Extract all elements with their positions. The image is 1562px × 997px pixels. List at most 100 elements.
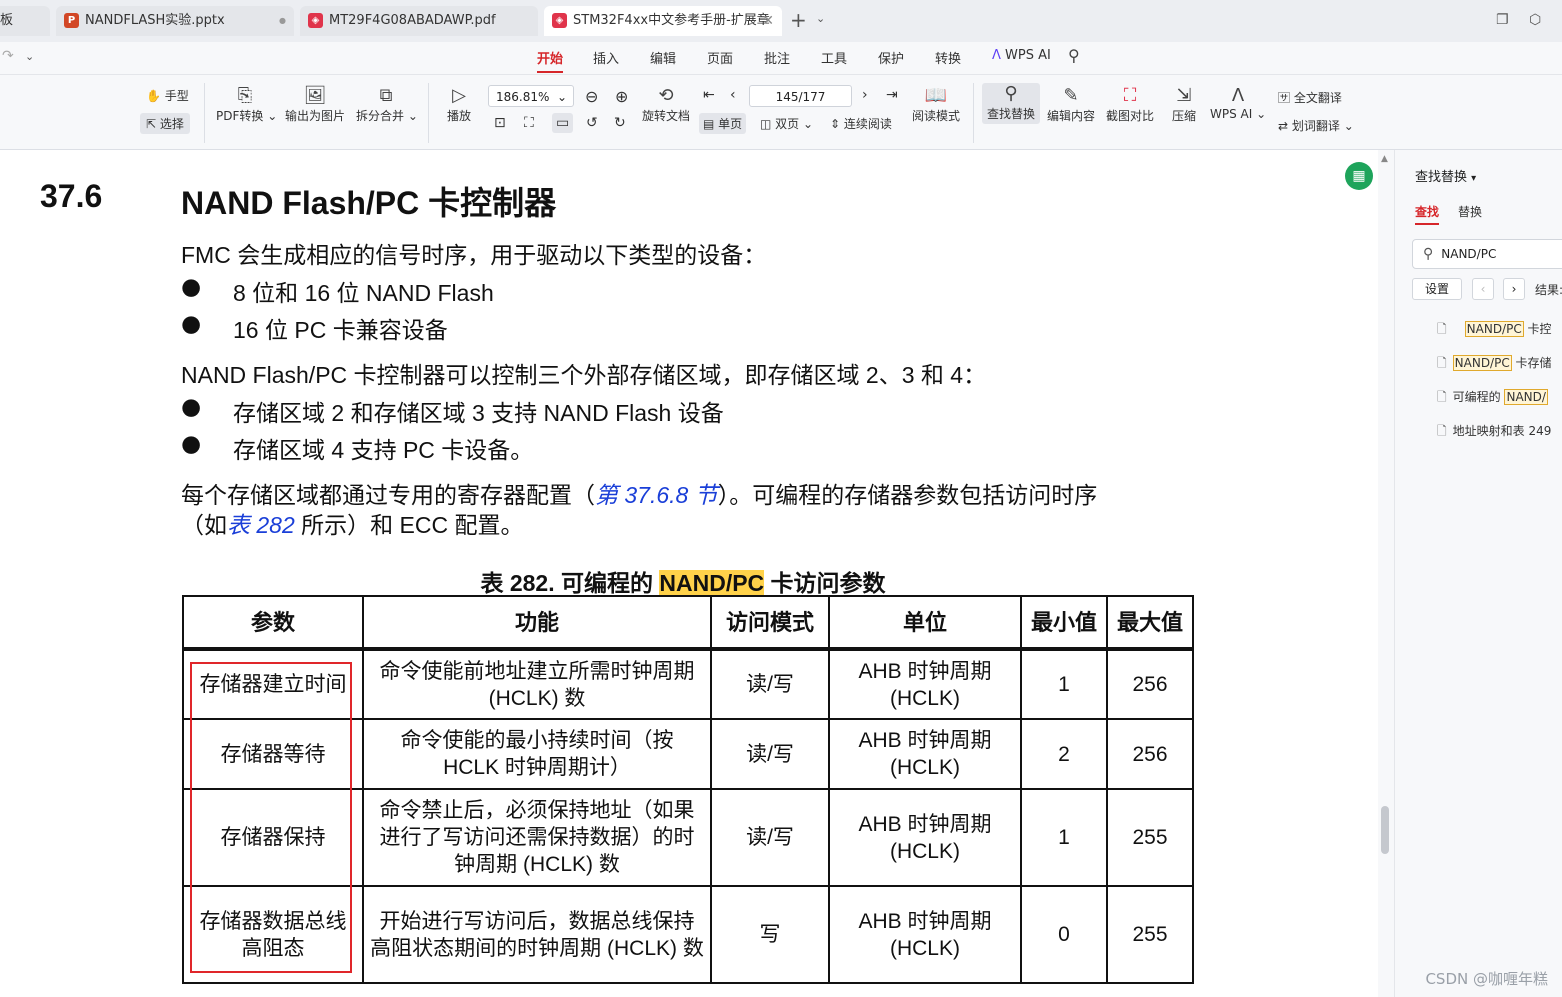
paragraph-3: 每个存储区域都通过专用的寄存器配置（第 37.6.8 节）。可编程的存储器参数包… bbox=[181, 482, 1098, 508]
menu-edit[interactable]: 编辑 bbox=[650, 48, 676, 67]
fit-page-icon[interactable]: ⛶ bbox=[524, 115, 534, 131]
menu-protect[interactable]: 保护 bbox=[878, 48, 904, 67]
scroll-up-icon[interactable]: ▲ bbox=[1381, 154, 1388, 164]
table-cell: 1 bbox=[1020, 788, 1108, 887]
single-page-button[interactable]: ▤ 单页 bbox=[699, 113, 747, 134]
page-number-input[interactable]: 145/177 bbox=[749, 85, 852, 107]
zoom-out-icon[interactable]: ⊖ bbox=[585, 87, 598, 106]
tab-replace[interactable]: 替换 bbox=[1458, 203, 1482, 220]
close-tab-icon[interactable]: ✕ bbox=[762, 6, 774, 36]
document-view: 37.6 NAND Flash/PC 卡控制器 FMC 会生成相应的信号时序，用… bbox=[0, 150, 1378, 997]
zoom-in-icon[interactable]: ⊕ bbox=[615, 87, 628, 106]
red-annotation-box bbox=[190, 662, 352, 973]
tab-list-chevron-icon[interactable]: ⌄ bbox=[816, 12, 825, 25]
split-merge-button[interactable]: ⧉ 拆分合并 ⌄ bbox=[356, 85, 418, 124]
search-result-item[interactable]: 🗋 地址映射和表 249 bbox=[1437, 422, 1551, 443]
tab-board[interactable]: 板 bbox=[0, 6, 50, 36]
play-button[interactable]: ▷ 播放 bbox=[444, 85, 474, 124]
tab-pdf-stm32[interactable]: ◈ STM32F4xx中文参考手册-扩展章 ✕ bbox=[544, 6, 782, 36]
continuous-reading-button[interactable]: ⇕ 连续阅读 bbox=[830, 115, 892, 132]
col-header: 参数 bbox=[182, 595, 364, 651]
table-tool-icon[interactable]: ▦ bbox=[1345, 162, 1373, 190]
table-cell: 2 bbox=[1020, 718, 1108, 790]
last-page-icon[interactable]: ⇥ bbox=[886, 87, 898, 103]
tab-pptx[interactable]: P NANDFLASH实验.pptx ● bbox=[56, 6, 294, 36]
search-result-item[interactable]: 🗋 NAND/PC 卡存储 bbox=[1437, 354, 1552, 375]
chevron-down-icon[interactable]: ⌄ bbox=[25, 50, 34, 63]
compress-button[interactable]: ⇲ 压缩 bbox=[1168, 85, 1200, 124]
fit-width-icon[interactable]: ▭ bbox=[552, 113, 574, 133]
translate-icon: 🈂 bbox=[1278, 91, 1291, 105]
panel-title[interactable]: 查找替换 ▾ bbox=[1415, 166, 1476, 185]
find-replace-panel: 查找替换 ▾ 查找 替换 ⚲ NAND/PC 设置 ‹ › 结果: 🗋 NAND/P… bbox=[1394, 150, 1562, 997]
table-cell: 0 bbox=[1020, 885, 1108, 984]
full-translate-button[interactable]: 🈂 全文翻译 bbox=[1278, 89, 1342, 106]
chevron-down-icon: ▾ bbox=[1471, 173, 1477, 184]
search-result-item[interactable]: 🗋 可编程的 NAND/ bbox=[1437, 388, 1548, 409]
search-icon[interactable]: ⚲ bbox=[1068, 46, 1080, 65]
rotate-document-button[interactable]: ⟲ 旋转文档 bbox=[641, 85, 691, 124]
menu-convert[interactable]: 转换 bbox=[935, 48, 961, 67]
edit-content-button[interactable]: ✎ 编辑内容 bbox=[1045, 85, 1097, 124]
prev-page-icon[interactable]: ‹ bbox=[730, 87, 736, 103]
reading-mode-button[interactable]: 📖 阅读模式 bbox=[910, 85, 962, 124]
table-cell: 255 bbox=[1106, 885, 1194, 984]
section-link[interactable]: 第 37.6.8 节 bbox=[595, 482, 718, 508]
table-cell: 命令禁止后，必须保持地址（如果进行了写访问还需保持数据）的时钟周期 (HCLK)… bbox=[362, 788, 712, 887]
pdf-icon: ◈ bbox=[308, 13, 323, 28]
cube-icon[interactable]: ⬡ bbox=[1529, 12, 1541, 28]
tab-bar: 板 P NANDFLASH实验.pptx ● ◈ MT29F4G08ABADAWP.… bbox=[0, 0, 1562, 42]
menu-tools[interactable]: 工具 bbox=[821, 48, 847, 67]
bullet-dot: ● bbox=[181, 274, 202, 300]
menu-wps-ai[interactable]: Λ WPS AI bbox=[992, 48, 1051, 63]
window-restore-icon[interactable]: ❐ bbox=[1496, 12, 1509, 28]
paragraph-4: （如表 282 所示）和 ECC 配置。 bbox=[181, 512, 524, 538]
table-cell: 255 bbox=[1106, 788, 1194, 887]
actual-size-icon[interactable]: ⊡ bbox=[494, 115, 506, 131]
menu-start[interactable]: 开始 bbox=[537, 48, 564, 73]
tab-find[interactable]: 查找 bbox=[1415, 203, 1440, 225]
double-page-icon: ◫ bbox=[760, 117, 772, 131]
col-header: 功能 bbox=[362, 595, 712, 651]
bullet-item: 存储区域 4 支持 PC 卡设备。 bbox=[233, 437, 534, 463]
next-page-icon[interactable]: › bbox=[862, 87, 868, 103]
image-export-icon: 🖼 bbox=[303, 85, 327, 106]
ribbon-menu: ↷ ⌄ 开始 插入 编辑 页面 批注 工具 保护 转换 Λ WPS AI ⚲ bbox=[0, 42, 1562, 75]
hand-tool-button[interactable]: ✋ 手型 bbox=[146, 87, 189, 104]
double-page-button[interactable]: ◫ 双页 ⌄ bbox=[760, 115, 813, 132]
export-image-button[interactable]: 🖼 输出为图片 bbox=[284, 85, 346, 124]
tab-pdf-mt29[interactable]: ◈ MT29F4G08ABADAWP.pdf bbox=[300, 6, 538, 36]
menu-annotate[interactable]: 批注 bbox=[764, 48, 790, 67]
find-replace-button[interactable]: ⚲ 查找替换 bbox=[982, 83, 1040, 124]
rotate-right-icon[interactable]: ↻ bbox=[614, 115, 626, 131]
table-cell: AHB 时钟周期 (HCLK) bbox=[828, 648, 1022, 720]
new-tab-button[interactable]: + bbox=[790, 8, 807, 32]
search-input[interactable]: ⚲ NAND/PC bbox=[1412, 239, 1562, 269]
redo-icon[interactable]: ↷ bbox=[2, 48, 14, 64]
search-result-item[interactable]: 🗋 NAND/PC 卡控 bbox=[1437, 320, 1552, 341]
prev-result-button[interactable]: ‹ bbox=[1472, 278, 1494, 300]
wps-ai-logo-icon: Λ bbox=[992, 48, 1001, 63]
rotate-left-icon[interactable]: ↺ bbox=[586, 115, 598, 131]
first-page-icon[interactable]: ⇤ bbox=[703, 87, 715, 103]
table-link[interactable]: 表 282 bbox=[227, 512, 295, 538]
screenshot-compare-button[interactable]: ⛶ 截图对比 bbox=[1104, 85, 1156, 124]
wps-ai-button[interactable]: Λ WPS AI ⌄ bbox=[1210, 85, 1266, 121]
vertical-scrollbar[interactable]: ▲ bbox=[1378, 150, 1394, 997]
settings-button[interactable]: 设置 bbox=[1412, 278, 1462, 300]
menu-page[interactable]: 页面 bbox=[707, 48, 733, 67]
col-header: 最小值 bbox=[1020, 595, 1108, 651]
next-result-button[interactable]: › bbox=[1503, 278, 1525, 300]
pdf-icon: ◈ bbox=[552, 13, 567, 28]
table-header-row: 参数 功能 访问模式 单位 最小值 最大值 bbox=[182, 595, 1194, 651]
pdf-convert-button[interactable]: ⎘ PDF转换 ⌄ bbox=[216, 85, 277, 124]
scrollbar-thumb[interactable] bbox=[1381, 806, 1389, 854]
menu-insert[interactable]: 插入 bbox=[593, 48, 619, 67]
select-tool-button[interactable]: ⇱ 选择 bbox=[140, 113, 190, 134]
word-translate-button[interactable]: ⇄ 划词翻译 ⌄ bbox=[1278, 117, 1354, 134]
search-icon: ⚲ bbox=[1004, 83, 1018, 104]
zoom-select[interactable]: 186.81% ⌄ bbox=[488, 85, 574, 107]
bullet-dot: ● bbox=[181, 394, 202, 420]
section-number: 37.6 bbox=[40, 178, 103, 214]
book-icon: 📖 bbox=[924, 85, 948, 106]
